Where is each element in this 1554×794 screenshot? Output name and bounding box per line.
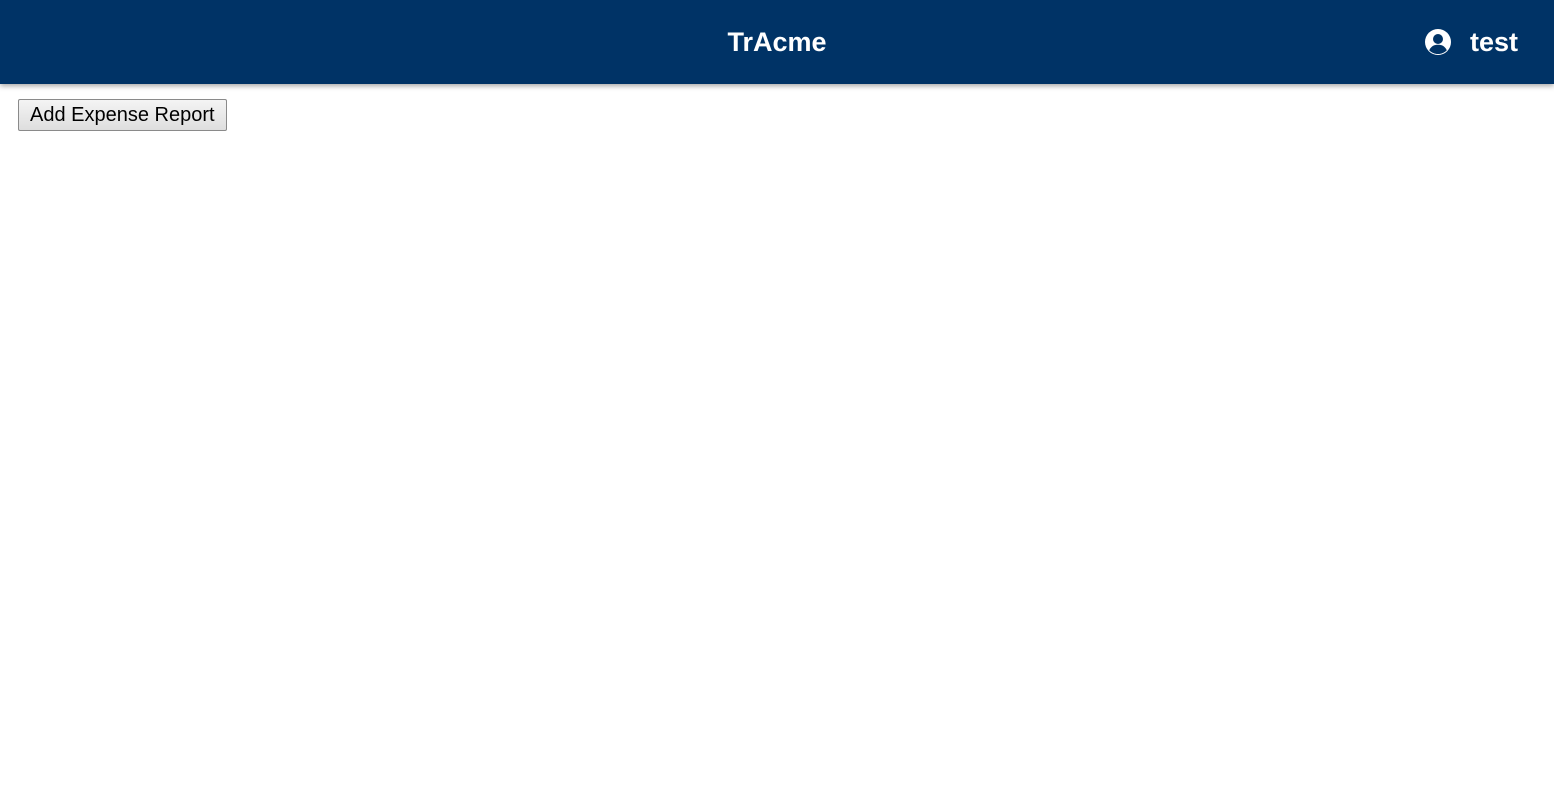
app-title: TrAcme	[727, 27, 827, 57]
user-name[interactable]: test	[1470, 27, 1518, 58]
add-expense-report-button[interactable]: Add Expense Report	[18, 99, 227, 131]
main-content: Add Expense Report	[0, 84, 1554, 146]
user-menu[interactable]: test	[1424, 0, 1518, 84]
user-circle-icon[interactable]	[1424, 28, 1452, 56]
app-header: TrAcme test	[0, 0, 1554, 84]
